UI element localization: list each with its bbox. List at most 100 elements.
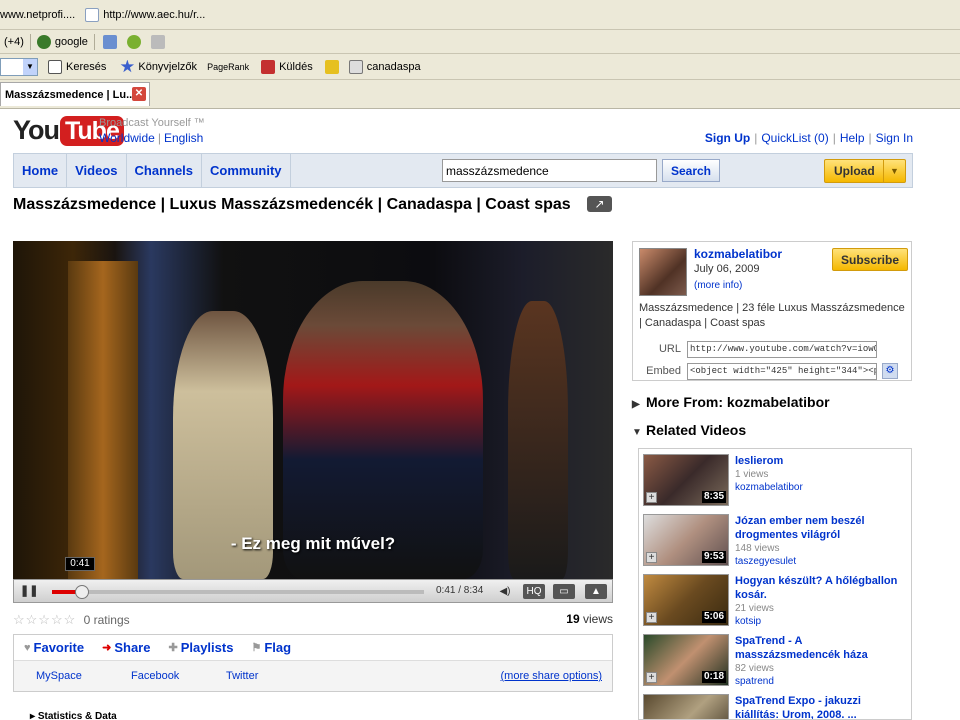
- avatar[interactable]: [639, 248, 687, 296]
- hq-button[interactable]: HQ: [523, 584, 545, 599]
- search-input[interactable]: masszázsmedence: [442, 159, 657, 182]
- fullscreen-icon[interactable]: ▲: [585, 584, 607, 599]
- flag-icon: ⚑: [251, 642, 262, 654]
- related-title[interactable]: Józan ember nem beszél drogmentes világr…: [735, 514, 907, 542]
- google-button[interactable]: google: [36, 34, 88, 49]
- bookmark-aec[interactable]: http://www.aec.hu/r...: [85, 7, 205, 22]
- related-title[interactable]: SpaTrend Expo - jakuzzi kiállítás: Urom,…: [735, 694, 907, 719]
- bookmarks-button[interactable]: Könyvjelzők: [120, 59, 198, 74]
- related-user[interactable]: kotsip: [735, 616, 761, 627]
- related-user[interactable]: kozmabelatibor: [735, 482, 803, 493]
- refresh-icon[interactable]: [126, 34, 141, 49]
- expand-arrow-icon[interactable]: ↗: [587, 196, 612, 212]
- pencil-icon[interactable]: [150, 34, 165, 49]
- pagerank-indicator[interactable]: PageRank: [207, 62, 249, 72]
- video-thumbnail[interactable]: [643, 694, 729, 719]
- pause-icon[interactable]: ❚❚: [20, 584, 38, 598]
- list-item[interactable]: + 5:06 Hogyan készült? A hőlégballon kos…: [641, 574, 911, 628]
- related-title[interactable]: leslierom: [735, 454, 907, 468]
- bookmarks-label: Könyvjelzők: [138, 60, 198, 73]
- share-facebook[interactable]: Facebook: [131, 670, 179, 682]
- share-myspace[interactable]: MySpace: [36, 670, 82, 682]
- list-item[interactable]: SpaTrend Expo - jakuzzi kiállítás: Urom,…: [641, 694, 911, 719]
- related-title[interactable]: SpaTrend - A masszázsmedencék háza: [735, 634, 907, 662]
- subscribe-button[interactable]: Subscribe: [832, 248, 908, 271]
- widescreen-icon[interactable]: ▭: [553, 584, 575, 599]
- upload-label: Upload: [834, 164, 875, 178]
- more-share-options[interactable]: (more share options): [501, 670, 603, 682]
- quicklist-link[interactable]: QuickList (0): [761, 131, 828, 145]
- share-twitter[interactable]: Twitter: [226, 670, 258, 682]
- playlists-button[interactable]: ✚ Playlists: [168, 640, 233, 655]
- search-button[interactable]: Search: [662, 159, 720, 182]
- nav-community[interactable]: Community: [202, 154, 291, 187]
- more-info-link[interactable]: (more info): [694, 280, 742, 291]
- seek-bar[interactable]: [52, 585, 424, 599]
- url-label: URL: [658, 343, 681, 355]
- tab-close-icon[interactable]: ✕: [132, 87, 146, 101]
- favorite-button[interactable]: ♥ Favorite: [24, 640, 84, 655]
- related-user[interactable]: spatrend: [735, 676, 774, 687]
- video-description: Masszázsmedence | 23 féle Luxus Masszázs…: [639, 302, 905, 329]
- list-item[interactable]: + 8:35 leslierom 1 views kozmabelatibor: [641, 454, 911, 508]
- logo-you: You: [13, 115, 60, 145]
- send-button[interactable]: Küldés: [261, 59, 313, 74]
- embed-field[interactable]: <object width="425" height="344"><param: [687, 363, 877, 380]
- bookmark-netprofi[interactable]: www.netprofi....: [0, 9, 75, 21]
- video-thumbnail[interactable]: + 0:18: [643, 634, 729, 686]
- flag-button[interactable]: ⚑ Flag: [251, 640, 291, 655]
- dropdown-arrow-icon[interactable]: ▼: [23, 58, 37, 75]
- puzzle-icon[interactable]: [102, 34, 117, 49]
- related-videos-header[interactable]: ▼ Related Videos: [632, 422, 746, 438]
- add-to-quicklist-icon[interactable]: +: [646, 612, 657, 623]
- seek-handle[interactable]: [74, 585, 89, 599]
- channel-name[interactable]: kozmabelatibor: [694, 247, 782, 261]
- channel-info-box: kozmabelatibor July 06, 2009 (more info)…: [632, 241, 912, 381]
- sign-up-link[interactable]: Sign Up: [705, 131, 750, 145]
- help-link[interactable]: Help: [840, 131, 865, 145]
- video-subtitle: - Ez meg mit művel?: [230, 534, 396, 553]
- video-thumbnail[interactable]: + 9:53: [643, 514, 729, 566]
- add-to-quicklist-icon[interactable]: +: [646, 672, 657, 683]
- url-field[interactable]: http://www.youtube.com/watch?v=iow0f5Oc: [687, 341, 877, 358]
- browser-tab-active[interactable]: Masszázsmedence | Lu... ✕: [0, 82, 150, 106]
- nav-channels[interactable]: Channels: [127, 154, 203, 187]
- list-item[interactable]: + 9:53 Józan ember nem beszél drogmentes…: [641, 514, 911, 568]
- nav-videos[interactable]: Videos: [67, 154, 127, 187]
- related-user[interactable]: taszegyesulet: [735, 556, 796, 567]
- canadaspa-button[interactable]: canadaspa: [348, 59, 421, 74]
- statistics-toggle[interactable]: ▸ Statistics & Data: [30, 711, 117, 720]
- video-player[interactable]: - Ez meg mit művel? 0:41: [13, 241, 613, 579]
- video-thumbnail[interactable]: + 8:35: [643, 454, 729, 506]
- gear-icon[interactable]: ⚙: [882, 363, 898, 379]
- tagline: Broadcast Yourself ™: [99, 117, 205, 129]
- time-readout: 0:41 / 8:34: [436, 585, 484, 596]
- video-thumbnail[interactable]: + 5:06: [643, 574, 729, 626]
- list-item[interactable]: + 0:18 SpaTrend - A masszázsmedencék ház…: [641, 634, 911, 688]
- volume-icon[interactable]: ◀): [496, 584, 514, 599]
- chevron-down-icon[interactable]: ▼: [883, 160, 905, 182]
- share-button[interactable]: ➜ Share: [102, 640, 151, 655]
- playlists-label: Playlists: [180, 640, 234, 655]
- toolbar-search-input[interactable]: ▼: [0, 57, 38, 76]
- related-views: 21 views: [735, 603, 774, 614]
- search-c-icon: [48, 59, 62, 74]
- search-button[interactable]: Keresés: [48, 59, 106, 74]
- related-title[interactable]: Hogyan készült? A hőlégballon kosár.: [735, 574, 907, 602]
- more-from-header[interactable]: ▶ More From: kozmabelatibor: [632, 394, 830, 410]
- language-link[interactable]: English: [164, 131, 203, 145]
- add-to-quicklist-icon[interactable]: +: [646, 552, 657, 563]
- sign-in-link[interactable]: Sign In: [876, 131, 913, 145]
- counter-label[interactable]: (+4): [4, 36, 24, 48]
- google-label: google: [54, 35, 88, 48]
- upload-button[interactable]: Upload ▼: [824, 159, 906, 183]
- counter-text: (+4): [4, 35, 24, 48]
- main-nav: Home Videos Channels Community masszázsm…: [13, 153, 913, 188]
- region-link[interactable]: Worldwide: [99, 131, 155, 145]
- tab-strip: Masszázsmedence | Lu... ✕: [0, 80, 960, 109]
- nav-home[interactable]: Home: [14, 154, 68, 187]
- plus-icon: ✚: [168, 642, 178, 654]
- highlighter-icon[interactable]: [324, 59, 339, 74]
- rating-stars[interactable]: ☆☆☆☆☆: [13, 612, 76, 627]
- add-to-quicklist-icon[interactable]: +: [646, 492, 657, 503]
